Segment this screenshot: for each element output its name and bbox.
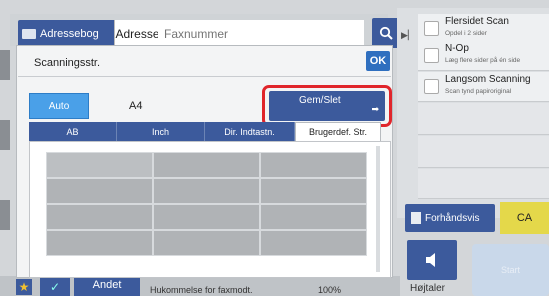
search-button[interactable]	[372, 18, 400, 48]
start-label: Start	[500, 265, 520, 275]
edge-tab	[0, 120, 10, 150]
checkbox[interactable]	[424, 79, 439, 94]
auto-button[interactable]: Auto	[29, 93, 89, 119]
collapse-arrow-icon[interactable]: ▶▏	[401, 30, 415, 40]
address-label: Adresse	[114, 20, 160, 48]
edge-tab	[0, 200, 10, 230]
option-n-op[interactable]: N-Op Læg flere sider på én side	[418, 41, 549, 71]
save-delete-label: Gem/Slet	[299, 95, 341, 106]
checkbox[interactable]	[424, 21, 439, 36]
tab-inch[interactable]: Inch	[117, 122, 205, 141]
speaker-button[interactable]	[407, 240, 457, 280]
option-title: Flersidet Scan	[445, 16, 509, 27]
option-flersidet-scan[interactable]: Flersidet Scan Opdel i 2 sider	[418, 14, 549, 44]
option-empty	[418, 169, 549, 199]
option-empty	[418, 103, 549, 135]
other-button[interactable]: Andet	[74, 278, 140, 296]
option-title: Langsom Scanning	[445, 74, 531, 85]
tab-direct-entry[interactable]: Dir. Indtastn.	[205, 122, 295, 141]
custom-size-slot[interactable]	[153, 204, 260, 230]
checkbox[interactable]	[424, 48, 439, 63]
star-icon[interactable]: ★	[16, 279, 32, 295]
custom-size-slot[interactable]	[260, 204, 367, 230]
arrow-right-icon: ➡	[371, 104, 379, 114]
preview-icon	[411, 212, 421, 224]
address-book-button[interactable]: Adressebog	[18, 20, 116, 48]
start-button[interactable]: Start	[472, 244, 549, 296]
option-subtitle: Scan tynd papiroriginal	[445, 88, 512, 95]
size-value: A4	[129, 100, 143, 112]
divider	[18, 76, 391, 77]
address-book-icon	[22, 29, 36, 39]
option-subtitle: Læg flere sider på én side	[445, 57, 521, 64]
scan-size-dialog: Scanningsstr. OK Auto A4 Gem/Slet ➡ AB I…	[16, 45, 393, 278]
tab-ab[interactable]: AB	[29, 122, 117, 141]
custom-size-slot[interactable]	[46, 152, 153, 178]
dialog-title: Scanningsstr.	[34, 57, 101, 69]
option-empty	[418, 136, 549, 168]
custom-size-slot[interactable]	[46, 178, 153, 204]
scrollbar[interactable]	[376, 146, 380, 272]
size-tabs: AB Inch Dir. Indtastn. Brugerdef. Str.	[29, 122, 381, 141]
memory-value: 100%	[318, 285, 342, 295]
custom-size-slot[interactable]	[46, 204, 153, 230]
address-bar: Adressebog Adresse	[10, 14, 400, 48]
custom-size-slot[interactable]	[260, 230, 367, 256]
fax-number-input[interactable]	[158, 20, 364, 48]
option-subtitle: Opdel i 2 sider	[445, 30, 487, 37]
custom-size-slot[interactable]	[260, 178, 367, 204]
custom-size-slot[interactable]	[153, 178, 260, 204]
screen: Adressebog Adresse ▶▏ Flersidet Scan Opd…	[0, 0, 549, 296]
custom-size-slot[interactable]	[46, 230, 153, 256]
speaker-icon	[426, 253, 435, 267]
custom-size-slot[interactable]	[260, 152, 367, 178]
preview-button[interactable]: Forhåndsvis	[405, 204, 495, 232]
preview-label: Forhåndsvis	[425, 212, 480, 224]
ca-button[interactable]: CA	[500, 202, 549, 234]
option-title: N-Op	[445, 43, 469, 54]
speaker-label: Højtaler	[410, 283, 446, 294]
search-icon	[379, 26, 393, 40]
option-langsom-scanning[interactable]: Langsom Scanning Scan tynd papiroriginal	[418, 72, 549, 102]
custom-size-slot[interactable]	[153, 230, 260, 256]
save-delete-button[interactable]: Gem/Slet ➡	[269, 91, 385, 121]
address-book-label: Adressebog	[40, 28, 99, 40]
check-icon[interactable]: ✓	[40, 278, 70, 296]
tab-custom-size[interactable]: Brugerdef. Str.	[295, 122, 381, 141]
custom-size-grid	[29, 141, 391, 278]
ok-button[interactable]: OK	[366, 51, 390, 71]
memory-label: Hukommelse for faxmodt.	[150, 285, 253, 295]
edge-tab	[0, 50, 10, 80]
custom-size-slot[interactable]	[153, 152, 260, 178]
